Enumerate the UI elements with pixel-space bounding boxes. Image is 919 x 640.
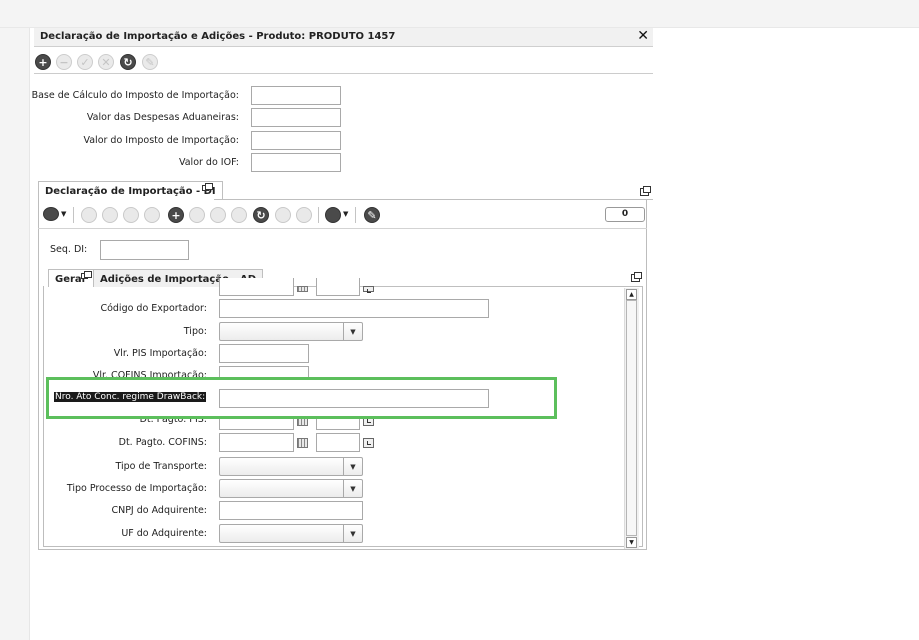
add-record-icon[interactable]: +: [168, 207, 184, 223]
previous-record-icon[interactable]: [102, 207, 118, 223]
refresh-icon[interactable]: ↻: [120, 54, 136, 70]
chevron-down-icon: ▼: [343, 525, 362, 542]
seq-di-label: Seq. DI:: [50, 244, 88, 255]
clock-icon[interactable]: [363, 286, 374, 293]
clock-icon[interactable]: [363, 438, 374, 448]
tipo-processo-label: Tipo Processo de Importação:: [66, 483, 207, 494]
tipo-transporte-label: Tipo de Transporte:: [115, 461, 207, 472]
imposto-importacao-input[interactable]: [251, 131, 341, 150]
cnpj-adquirente-input[interactable]: [219, 501, 363, 520]
scroll-up-icon[interactable]: ▲: [626, 289, 637, 300]
tipo-processo-select[interactable]: ▼: [219, 479, 363, 498]
vlr-pis-input[interactable]: [219, 344, 309, 363]
codigo-exportador-label: Código do Exportador:: [100, 303, 207, 314]
dt-pagto-cofins-time-input[interactable]: [316, 433, 360, 452]
tipo-select[interactable]: ▼: [219, 322, 363, 341]
chevron-down-icon[interactable]: ▼: [61, 210, 66, 218]
chevron-down-icon: ▼: [343, 458, 362, 475]
chevron-down-icon: ▼: [343, 480, 362, 497]
dt-pagto-cofins-date-input[interactable]: [219, 433, 294, 452]
dialog-titlebar: Declaração de Importação e Adições - Pro…: [34, 28, 653, 47]
popout-icon[interactable]: [81, 271, 92, 279]
main-toolbar: + − ✓ ✕ ↻ ✎: [34, 51, 653, 74]
record-counter: 0: [605, 207, 645, 222]
maximize-icon[interactable]: [640, 186, 651, 196]
last-record-icon[interactable]: [144, 207, 160, 223]
scroll-thumb[interactable]: [626, 300, 637, 536]
dt-pagto-cofins-label: Dt. Pagto. COFINS:: [118, 437, 207, 448]
calendar-icon[interactable]: [297, 438, 308, 448]
confirm-record-icon[interactable]: [210, 207, 226, 223]
codigo-exportador-input[interactable]: [219, 299, 489, 318]
toolbar-divider: [38, 228, 647, 229]
toolbar-separator: [318, 207, 319, 223]
cancel-icon[interactable]: ✕: [98, 54, 114, 70]
tab-declaracao-importacao[interactable]: Declaração de Importação - DI: [38, 181, 223, 200]
iof-label: Valor do IOF:: [178, 157, 239, 168]
form-scrollbar[interactable]: ▲ ▼: [624, 288, 639, 549]
highlight-box: [46, 377, 557, 419]
tab-di-label: Declaração de Importação - DI: [45, 186, 216, 197]
edit-record-icon[interactable]: [296, 207, 312, 223]
import-declaration-dialog: Declaração de Importação e Adições - Pro…: [31, 28, 653, 554]
close-icon[interactable]: ✕: [637, 28, 649, 44]
calendar-icon[interactable]: [297, 286, 308, 292]
partial-time-input[interactable]: [316, 278, 360, 296]
cancel-record-icon[interactable]: [231, 207, 247, 223]
despesas-aduaneiras-input[interactable]: [251, 108, 341, 127]
remove-record-icon[interactable]: [189, 207, 205, 223]
toolbar-separator: [355, 207, 356, 223]
wrench-icon[interactable]: ✎: [364, 207, 380, 223]
confirm-icon[interactable]: ✓: [77, 54, 93, 70]
chevron-down-icon: ▼: [343, 323, 362, 340]
remove-icon[interactable]: −: [56, 54, 72, 70]
maximize-icon[interactable]: [631, 272, 642, 282]
copy-record-icon[interactable]: [275, 207, 291, 223]
uf-adquirente-select[interactable]: ▼: [219, 524, 363, 543]
imposto-importacao-label: Valor do Imposto de Importação:: [83, 135, 239, 146]
popout-icon[interactable]: [202, 183, 213, 191]
tipo-label: Tipo:: [183, 326, 207, 337]
browser-top-strip: [0, 0, 919, 28]
dialog-title: Declaração de Importação e Adições - Pro…: [40, 31, 396, 42]
tipo-transporte-select[interactable]: ▼: [219, 457, 363, 476]
first-record-icon[interactable]: [81, 207, 97, 223]
refresh-record-icon[interactable]: ↻: [253, 207, 269, 223]
base-calculo-input[interactable]: [251, 86, 341, 105]
toolbar-separator: [73, 207, 74, 223]
grid-menu-icon[interactable]: [43, 207, 59, 221]
seq-di-input[interactable]: [100, 240, 189, 260]
despesas-aduaneiras-label: Valor das Despesas Aduaneiras:: [86, 112, 239, 123]
partial-date-input[interactable]: [219, 278, 294, 296]
uf-adquirente-label: UF do Adquirente:: [121, 528, 207, 539]
vlr-pis-label: Vlr. PIS Importação:: [113, 348, 207, 359]
scroll-down-icon[interactable]: ▼: [626, 537, 637, 548]
left-gutter: [0, 28, 30, 640]
cnpj-adquirente-label: CNPJ do Adquirente:: [111, 505, 207, 516]
iof-input[interactable]: [251, 153, 341, 172]
add-icon[interactable]: +: [35, 54, 51, 70]
next-record-icon[interactable]: [123, 207, 139, 223]
chevron-down-icon[interactable]: ▼: [343, 210, 348, 218]
report-icon[interactable]: [325, 207, 341, 223]
edit-icon[interactable]: ✎: [142, 54, 158, 70]
base-calculo-label: Base de Cálculo do Imposto de Importação…: [31, 90, 239, 101]
